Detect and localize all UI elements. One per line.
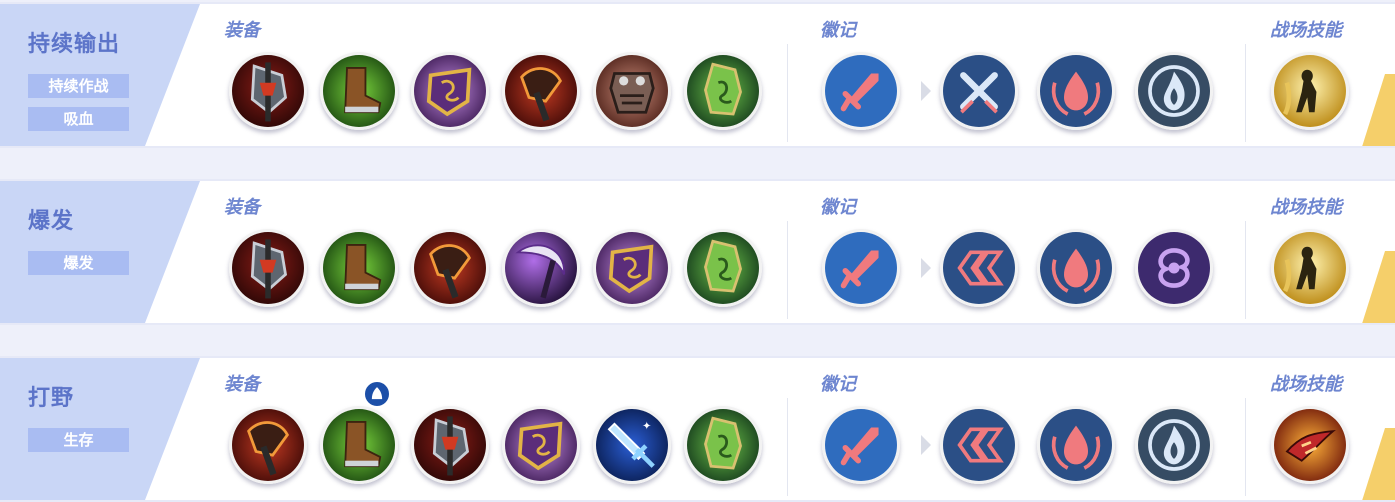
- build-list: 持续输出 持续作战 吸血 装备 徽记 战场技能 爆发 爆发 装备 徽记 战场技能 打野 生存 装备 徽记 战场…: [0, 0, 1395, 502]
- build-row: 打野生存 装备 徽记 战场技能 ✦: [0, 356, 1395, 502]
- section-title-equipment: 装备: [224, 374, 260, 395]
- scythe-icon[interactable]: [502, 229, 580, 307]
- section-title-equipment: 装备: [224, 20, 260, 41]
- section-title-emblem: 徽记: [820, 374, 856, 395]
- blood-drop-emblem-icon[interactable]: [1037, 229, 1115, 307]
- section-title-skill: 战场技能: [1270, 20, 1342, 41]
- cloak-icon[interactable]: [684, 406, 762, 484]
- dragon-claw-skill-icon[interactable]: [1271, 406, 1349, 484]
- section-divider: [1245, 398, 1246, 496]
- cleaver-icon[interactable]: [229, 406, 307, 484]
- build-title: 持续输出: [28, 32, 121, 57]
- flame-emblem-icon[interactable]: [1135, 406, 1213, 484]
- section-divider: [787, 398, 788, 496]
- chevrons-emblem-icon[interactable]: [940, 406, 1018, 484]
- accent-stripe: [1361, 251, 1395, 323]
- boots-icon[interactable]: [320, 52, 398, 130]
- build-tag: 持续作战: [28, 74, 129, 98]
- build-tag: 爆发: [28, 251, 129, 275]
- build-row: 持续输出持续作战吸血 装备 徽记 战场技能: [0, 2, 1395, 148]
- sword-emblem-icon[interactable]: [822, 229, 900, 307]
- cleaver-icon[interactable]: [411, 229, 489, 307]
- jungle-boots-icon[interactable]: [320, 406, 398, 484]
- crossed-swords-emblem-icon[interactable]: [940, 52, 1018, 130]
- section-title-emblem: 徽记: [820, 197, 856, 218]
- shield-icon[interactable]: [593, 229, 671, 307]
- shield-icon[interactable]: [502, 406, 580, 484]
- cleaver-icon[interactable]: [502, 52, 580, 130]
- cloak-icon[interactable]: [684, 52, 762, 130]
- cloak-icon[interactable]: [684, 229, 762, 307]
- chevrons-emblem-icon[interactable]: [940, 229, 1018, 307]
- section-title-skill: 战场技能: [1270, 374, 1342, 395]
- vortex-emblem-icon[interactable]: [1135, 229, 1213, 307]
- section-title-emblem: 徽记: [820, 20, 856, 41]
- section-divider: [787, 44, 788, 142]
- section-title-equipment: 装备: [224, 197, 260, 218]
- build-tag: 吸血: [28, 107, 129, 131]
- ice-blade-icon[interactable]: ✦: [593, 406, 671, 484]
- build-title: 爆发: [28, 209, 75, 234]
- runner-skill-icon[interactable]: [1271, 229, 1349, 307]
- axe-icon[interactable]: [411, 406, 489, 484]
- svg-text:✦: ✦: [642, 419, 651, 432]
- sword-emblem-icon[interactable]: [822, 52, 900, 130]
- section-divider: [787, 221, 788, 319]
- sword-emblem-icon[interactable]: [822, 406, 900, 484]
- runner-skill-icon[interactable]: [1271, 52, 1349, 130]
- accent-stripe: [1361, 74, 1395, 146]
- build-title: 打野: [28, 386, 75, 411]
- emblem-arrow-icon: [921, 258, 931, 278]
- axe-icon[interactable]: [229, 52, 307, 130]
- section-divider: [1245, 221, 1246, 319]
- flame-emblem-icon[interactable]: [1135, 52, 1213, 130]
- armor-icon[interactable]: [593, 52, 671, 130]
- build-tag: 生存: [28, 428, 129, 452]
- accent-stripe: [1361, 428, 1395, 500]
- axe-icon[interactable]: [229, 229, 307, 307]
- shield-icon[interactable]: [411, 52, 489, 130]
- blood-drop-emblem-icon[interactable]: [1037, 406, 1115, 484]
- emblem-arrow-icon: [921, 81, 931, 101]
- build-row: 爆发 爆发 装备 徽记 战场技能: [0, 179, 1395, 325]
- emblem-arrow-icon: [921, 435, 931, 455]
- section-title-skill: 战场技能: [1270, 197, 1342, 218]
- blood-drop-emblem-icon[interactable]: [1037, 52, 1115, 130]
- boots-icon[interactable]: [320, 229, 398, 307]
- section-divider: [1245, 44, 1246, 142]
- jungle-badge-icon: [363, 380, 391, 408]
